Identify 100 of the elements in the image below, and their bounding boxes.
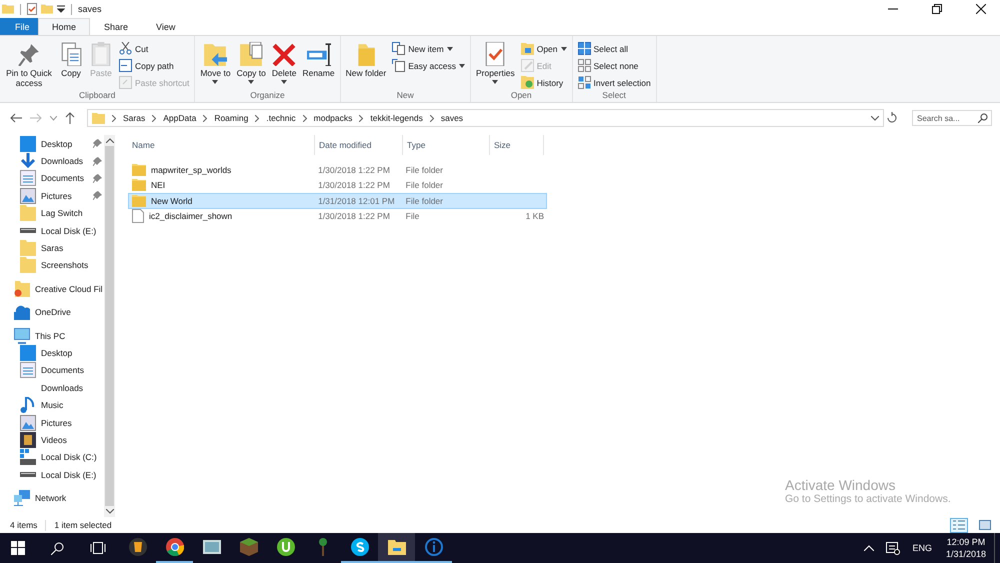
chevron-icon[interactable]: [50, 116, 57, 120]
sidebar-item[interactable]: Network: [35, 493, 66, 504]
file-row[interactable]: New World 1/31/2018 12:01 PM File folder: [128, 193, 547, 208]
scrollbar[interactable]: [104, 135, 115, 517]
item-count: 4 items: [10, 520, 38, 530]
dropdown-icon[interactable]: [871, 116, 879, 120]
chevron-icon[interactable]: [152, 114, 156, 122]
copy-button[interactable]: Copy: [57, 38, 85, 90]
properties-icon[interactable]: [27, 3, 37, 15]
ribbon-tab[interactable]: Home: [38, 18, 90, 35]
breadcrumb-item[interactable]: .technic: [266, 113, 296, 123]
breadcrumb-item[interactable]: modpacks: [314, 113, 352, 123]
column-header[interactable]: Date modified: [315, 135, 403, 155]
sidebar-item[interactable]: Local Disk (C:): [41, 452, 97, 462]
chevron-icon[interactable]: [430, 114, 434, 122]
search-field[interactable]: Search sa...: [912, 110, 992, 126]
sidebar-item[interactable]: Downloads: [41, 156, 84, 166]
details-view-button[interactable]: [950, 518, 968, 532]
back-icon[interactable]: [10, 113, 22, 123]
sidebar-item[interactable]: Videos: [41, 434, 67, 445]
breadcrumb-item[interactable]: Saras: [123, 113, 146, 123]
sidebar-item[interactable]: This PC: [35, 330, 66, 341]
up-icon[interactable]: [65, 112, 75, 124]
minimize-icon[interactable]: [888, 8, 898, 10]
file-row[interactable]: ic2_disclaimer_shown 1/30/2018 1:22 PM File 1 KB: [128, 208, 547, 224]
copyto-button[interactable]: Copy to: [234, 38, 268, 90]
easy-access-icon: [392, 59, 406, 72]
file-tab[interactable]: File: [0, 18, 38, 35]
open-button[interactable]: Open: [518, 41, 569, 56]
chevron-icon[interactable]: [203, 114, 208, 122]
properties-button[interactable]: Properties: [474, 38, 517, 90]
scroll-up-icon[interactable]: [106, 138, 114, 143]
breadcrumb-item[interactable]: Roaming: [214, 113, 248, 123]
restore-icon[interactable]: [932, 4, 942, 14]
pin-button[interactable]: Pin to Quick access: [3, 38, 55, 90]
history-button[interactable]: History: [518, 75, 569, 90]
activation-message: Go to Settings to activate Windows.: [785, 493, 951, 505]
sidebar-item[interactable]: Lag Switch: [41, 208, 83, 218]
close-icon[interactable]: [976, 4, 986, 14]
task-view-icon[interactable]: [90, 542, 106, 554]
chevron-icon[interactable]: [112, 114, 116, 122]
group-label: Open: [510, 90, 533, 102]
address-bar[interactable]: Saras AppData Roaming .technic modpacks tekkit-legends saves: [87, 109, 884, 127]
delete-button[interactable]: Delete: [270, 38, 298, 90]
chevron-icon[interactable]: [255, 114, 260, 122]
selall-button[interactable]: Select all: [576, 41, 653, 56]
path-button[interactable]: Copy path: [117, 58, 192, 73]
copy-path-icon: [119, 59, 132, 72]
easy-button[interactable]: Easy access: [390, 58, 467, 73]
breadcrumb-item[interactable]: tekkit-legends: [370, 113, 423, 123]
breadcrumb-item[interactable]: saves: [440, 113, 464, 123]
sidebar-item[interactable]: Documents: [41, 173, 84, 184]
rename-icon: [306, 42, 331, 66]
column-header[interactable]: Size: [490, 135, 544, 155]
sidebar-item[interactable]: Desktop: [41, 138, 72, 149]
column-header[interactable]: Name: [128, 135, 315, 155]
sidebar-item[interactable]: Music: [41, 400, 64, 410]
start-icon[interactable]: [11, 541, 25, 555]
selnone-button[interactable]: Select none: [576, 58, 653, 73]
grass-block-icon: [240, 538, 258, 556]
sidebar-item[interactable]: Downloads: [41, 382, 84, 393]
chevron-up-icon[interactable]: [864, 545, 874, 551]
scroll-down-icon[interactable]: [106, 509, 114, 514]
sidebar-item[interactable]: Local Disk (E:): [41, 470, 96, 480]
scissors-button[interactable]: Cut: [117, 41, 192, 56]
newitem-button[interactable]: New item: [390, 41, 467, 56]
sidebar-item[interactable]: Desktop: [41, 348, 72, 358]
notification-icon[interactable]: [886, 542, 900, 554]
sidebar-item[interactable]: Local Disk (E:): [41, 226, 96, 236]
search-icon[interactable]: [51, 542, 64, 554]
column-header[interactable]: Type: [403, 135, 490, 155]
file-row[interactable]: mapwriter_sp_worlds 1/30/2018 1:22 PM File folder: [128, 162, 547, 178]
file-icon: [132, 209, 144, 224]
invert-button[interactable]: Invert selection: [576, 75, 653, 90]
sidebar-item[interactable]: Screenshots: [41, 260, 88, 270]
move-button[interactable]: Move to: [198, 38, 233, 90]
file-row[interactable]: NEI 1/30/2018 1:22 PM File folder: [128, 178, 547, 193]
tiles-view-button[interactable]: [976, 518, 994, 532]
refresh-icon[interactable]: [886, 112, 898, 124]
sidebar-item[interactable]: Creative Cloud Fil: [35, 284, 103, 294]
scrollbar-thumb[interactable]: [105, 146, 114, 506]
folder-button[interactable]: New folder: [344, 38, 388, 90]
sidebar-item[interactable]: Saras: [41, 243, 64, 254]
clock[interactable]: 12:09 PM 1/31/2018: [946, 536, 986, 560]
chevron-icon[interactable]: [359, 114, 364, 122]
chevron-icon[interactable]: [302, 114, 307, 122]
sidebar-item[interactable]: OneDrive: [35, 307, 71, 318]
language-indicator[interactable]: ENG: [912, 543, 932, 553]
rename-button[interactable]: Rename: [300, 38, 337, 90]
type-cell-text: File folder: [404, 164, 444, 175]
sidebar-item[interactable]: Pictures: [41, 190, 72, 201]
caret-icon[interactable]: [57, 5, 65, 13]
breadcrumb-item[interactable]: AppData: [163, 113, 196, 123]
folder-icon: [132, 164, 146, 176]
taskbar-button[interactable]: [378, 533, 415, 563]
file-name: NEI: [151, 180, 166, 190]
chat-icon: [350, 538, 368, 556]
sidebar-item[interactable]: Documents: [41, 365, 84, 376]
shortcut-icon: [119, 76, 132, 89]
sidebar-item[interactable]: Pictures: [41, 418, 72, 428]
